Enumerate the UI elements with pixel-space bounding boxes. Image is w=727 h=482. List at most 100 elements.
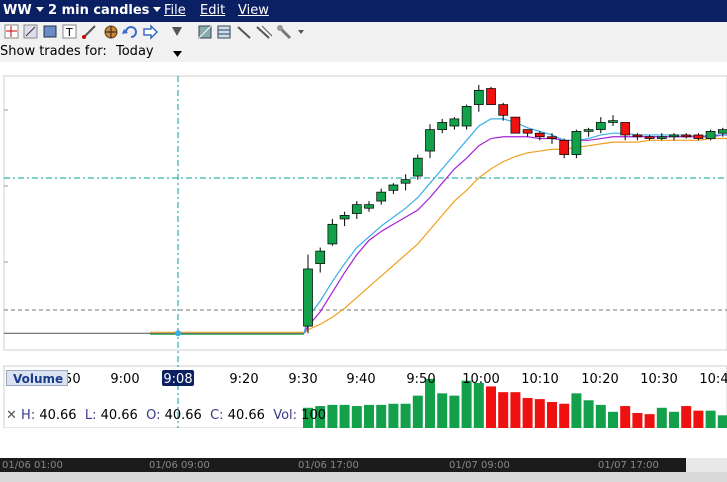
volume-bar [571, 393, 582, 428]
candle [571, 129, 582, 159]
high-value: 40.66 [39, 408, 77, 423]
scroll-date-label: 01/07 17:00 [598, 460, 659, 471]
channel-icon[interactable] [256, 25, 273, 39]
high-label: H: [21, 408, 36, 423]
candle-body [644, 136, 655, 139]
candle-body [632, 134, 643, 138]
undo-icon[interactable] [122, 26, 137, 38]
candle-body [595, 122, 606, 130]
close-value: 40.66 [227, 408, 265, 423]
filter-icon[interactable] [172, 27, 182, 36]
candle-body [303, 268, 313, 327]
candle-body [364, 204, 374, 209]
trades-filter-row: Show trades for: Today [0, 42, 727, 62]
menu-file[interactable]: File [164, 3, 186, 18]
candle-body [461, 106, 472, 127]
chart-area[interactable]: 8:509:009:089:209:309:409:5010:0010:1010… [0, 62, 727, 432]
symbol-selector[interactable]: WW [3, 3, 44, 18]
volume-bar [388, 403, 399, 428]
time-axis-bg [0, 428, 727, 432]
candle-body [339, 215, 350, 220]
open-value: 40.66 [164, 408, 202, 423]
candle [412, 154, 423, 180]
ray-icon[interactable] [237, 26, 251, 39]
time-axis-label: 9:50 [406, 372, 435, 387]
candle-body [449, 118, 460, 127]
candle-body [473, 89, 484, 105]
volume-bar [437, 393, 448, 428]
time-axis-label: 10:00 [462, 372, 499, 387]
candle-body [388, 184, 399, 191]
scroll-date-label: 01/07 09:00 [449, 460, 510, 471]
interval-label: 2 min candles [48, 3, 150, 18]
close-label: C: [210, 408, 224, 423]
interval-selector[interactable]: 2 min candles [48, 3, 162, 18]
crosshair-dot [175, 330, 181, 337]
candle [705, 129, 716, 141]
scroll-thumb[interactable] [686, 458, 727, 472]
volume-bar [669, 411, 679, 428]
time-axis-label: 9:40 [346, 372, 375, 387]
candle [461, 104, 472, 130]
chevron-down-icon[interactable] [173, 48, 183, 63]
trades-period-value[interactable]: Today [116, 44, 154, 59]
wrench-icon[interactable] [277, 25, 292, 40]
volume-bar [473, 382, 484, 428]
time-axis-label: 9:00 [110, 372, 139, 387]
candle [510, 116, 521, 134]
candle-body [534, 132, 545, 138]
draw-line-icon[interactable] [23, 24, 38, 39]
volume-bar [534, 399, 545, 428]
volume-bar [717, 415, 727, 428]
volume-readout-value: 100 [301, 408, 326, 423]
toolbar-icons: T [4, 24, 304, 40]
target-icon[interactable] [104, 25, 118, 39]
rectangle-icon[interactable] [43, 25, 57, 38]
price-pane-frame [3, 75, 727, 351]
volume-bar [681, 406, 692, 428]
volume-bar [705, 410, 716, 428]
open-label: O: [146, 408, 161, 423]
candle-body [437, 122, 448, 130]
volume-bar [656, 407, 667, 428]
time-axis-label: 9:08 [163, 372, 192, 387]
trend-icon[interactable] [82, 25, 96, 39]
candle-body [412, 157, 423, 177]
menu-view[interactable]: View [238, 3, 269, 18]
volume-bar [400, 403, 411, 428]
candle-body [583, 129, 594, 132]
time-axis-label: 10:30 [640, 372, 677, 387]
volume-bar [486, 386, 496, 428]
time-axis-label: 10:4 [699, 372, 727, 387]
candle-body [669, 134, 679, 138]
title-bar: WW 2 min candles File Edit View [0, 0, 727, 22]
more-icon[interactable] [298, 30, 304, 34]
volume-readout-label: Vol: [273, 408, 298, 423]
candle-body [522, 129, 533, 134]
volume-bar [376, 404, 387, 428]
scroll-date-label: 01/06 09:00 [149, 460, 210, 471]
candle-body [693, 134, 704, 139]
time-axis-label: 10:10 [521, 372, 558, 387]
forward-icon[interactable] [143, 24, 159, 40]
close-icon[interactable]: ✕ [6, 408, 17, 423]
low-label: L: [84, 408, 97, 423]
volume-pane-button[interactable]: Volume [6, 370, 68, 386]
candle-body [571, 131, 582, 155]
price-chart[interactable]: 8:509:009:089:209:309:409:5010:0010:1010… [0, 62, 727, 432]
candle-body [681, 134, 692, 138]
bottom-strip [0, 472, 727, 482]
crosshair-icon[interactable] [4, 24, 19, 39]
chevron-down-icon [35, 7, 44, 12]
grid-pattern-icon[interactable] [198, 25, 212, 39]
menu-edit[interactable]: Edit [200, 3, 225, 18]
trades-label: Show trades for: [0, 44, 107, 59]
volume-bar [632, 412, 643, 428]
candle [486, 86, 496, 105]
volume-bar [510, 392, 521, 428]
text-icon[interactable]: T [62, 24, 77, 39]
volume-bar [351, 406, 362, 428]
volume-bar [339, 404, 350, 428]
fib-icon[interactable] [217, 25, 231, 39]
volume-bar [364, 404, 374, 428]
